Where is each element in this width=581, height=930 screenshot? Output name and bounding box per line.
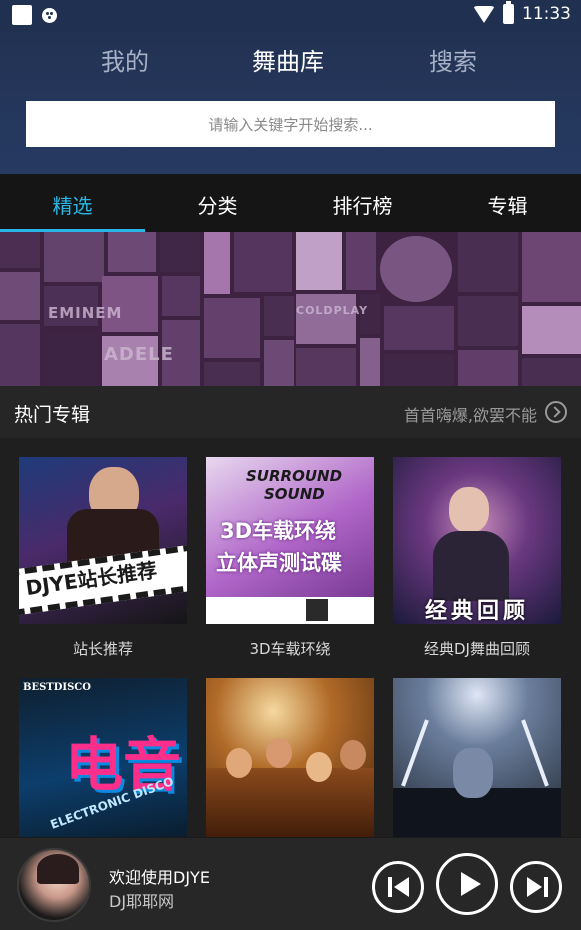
album-cover-2[interactable]: SURROUND SOUND 3D车载环绕 立体声测试碟 [206,457,374,624]
tab-charts[interactable]: 排行榜 [290,190,435,219]
now-playing-avatar[interactable] [17,848,91,922]
now-playing-subtitle: DJ耶耶网 [109,892,175,911]
album-cover-3-text: 经典回顾 [425,599,530,624]
previous-button[interactable] [372,861,424,913]
album-cover-3[interactable]: 经典回顾 [393,457,561,624]
next-icon [527,877,542,897]
status-bar: 11:33 [0,0,581,32]
chevron-right-icon[interactable] [545,401,567,423]
now-playing-title: 欢迎使用DJYE [109,868,210,887]
album-label-2: 3D车载环绕 [249,640,331,658]
section-title: 热门专辑 [14,404,91,426]
tab-categories[interactable]: 分类 [145,190,290,219]
tab-albums[interactable]: 专辑 [435,190,580,219]
sub-tabs: 精选 分类 排行榜 专辑 [0,174,581,232]
play-button[interactable] [436,853,498,915]
album-label-3: 经典DJ舞曲回顾 [424,640,530,658]
next-button[interactable] [510,861,562,913]
search-input[interactable]: 请输入关键字开始搜索... [26,101,555,147]
album-cover-6[interactable] [393,678,561,845]
banner-label-adele: ADELE [104,344,174,365]
album-cover-5[interactable] [206,678,374,845]
banner-carousel[interactable]: EMINEM ADELE COLDPLAY [0,232,581,386]
battery-icon [503,1,514,24]
top-tabs: 我的 舞曲库 搜索 [0,42,581,82]
album-cover-4[interactable]: BESTDISCO 电音 ELECTRONIC DISCO [19,678,187,845]
status-time: 11:33 [522,4,571,24]
notification-app-icon [12,5,32,25]
previous-icon [394,877,409,897]
app-root: 11:33 我的 舞曲库 搜索 请输入关键字开始搜索... 精选 分类 排行榜 … [0,0,581,930]
album-cover-1[interactable]: DJYE站长推荐 [19,457,187,624]
album-cover-4-text-a: BESTDISCO [23,682,91,693]
top-tab-library[interactable]: 舞曲库 [252,42,324,77]
tab-featured[interactable]: 精选 [0,190,145,219]
banner-label-eminem: EMINEM [48,304,123,322]
top-tab-search[interactable]: 搜索 [429,42,477,77]
play-icon [461,872,481,896]
album-label-1: 站长推荐 [72,640,133,658]
notification-dots-icon [42,7,57,23]
player-bar[interactable]: 欢迎使用DJYE DJ耶耶网 [0,837,581,930]
section-more-link[interactable]: 首首嗨爆,欲罢不能 [404,402,537,426]
album-cover-2-text-c: 3D车载环绕 [220,519,337,543]
header: 我的 舞曲库 搜索 请输入关键字开始搜索... [0,32,581,174]
album-cover-2-text-d: 立体声测试碟 [216,551,342,575]
wifi-icon [473,5,495,23]
hot-albums-header: 热门专辑 首首嗨爆,欲罢不能 [0,386,581,438]
album-cover-2-text-b: SOUND [264,485,325,503]
album-cover-2-text-a: SURROUND [246,467,343,485]
banner-label-coldplay: COLDPLAY [296,304,369,317]
top-tab-mine[interactable]: 我的 [101,42,149,77]
search-placeholder: 请输入关键字开始搜索... [208,115,373,134]
